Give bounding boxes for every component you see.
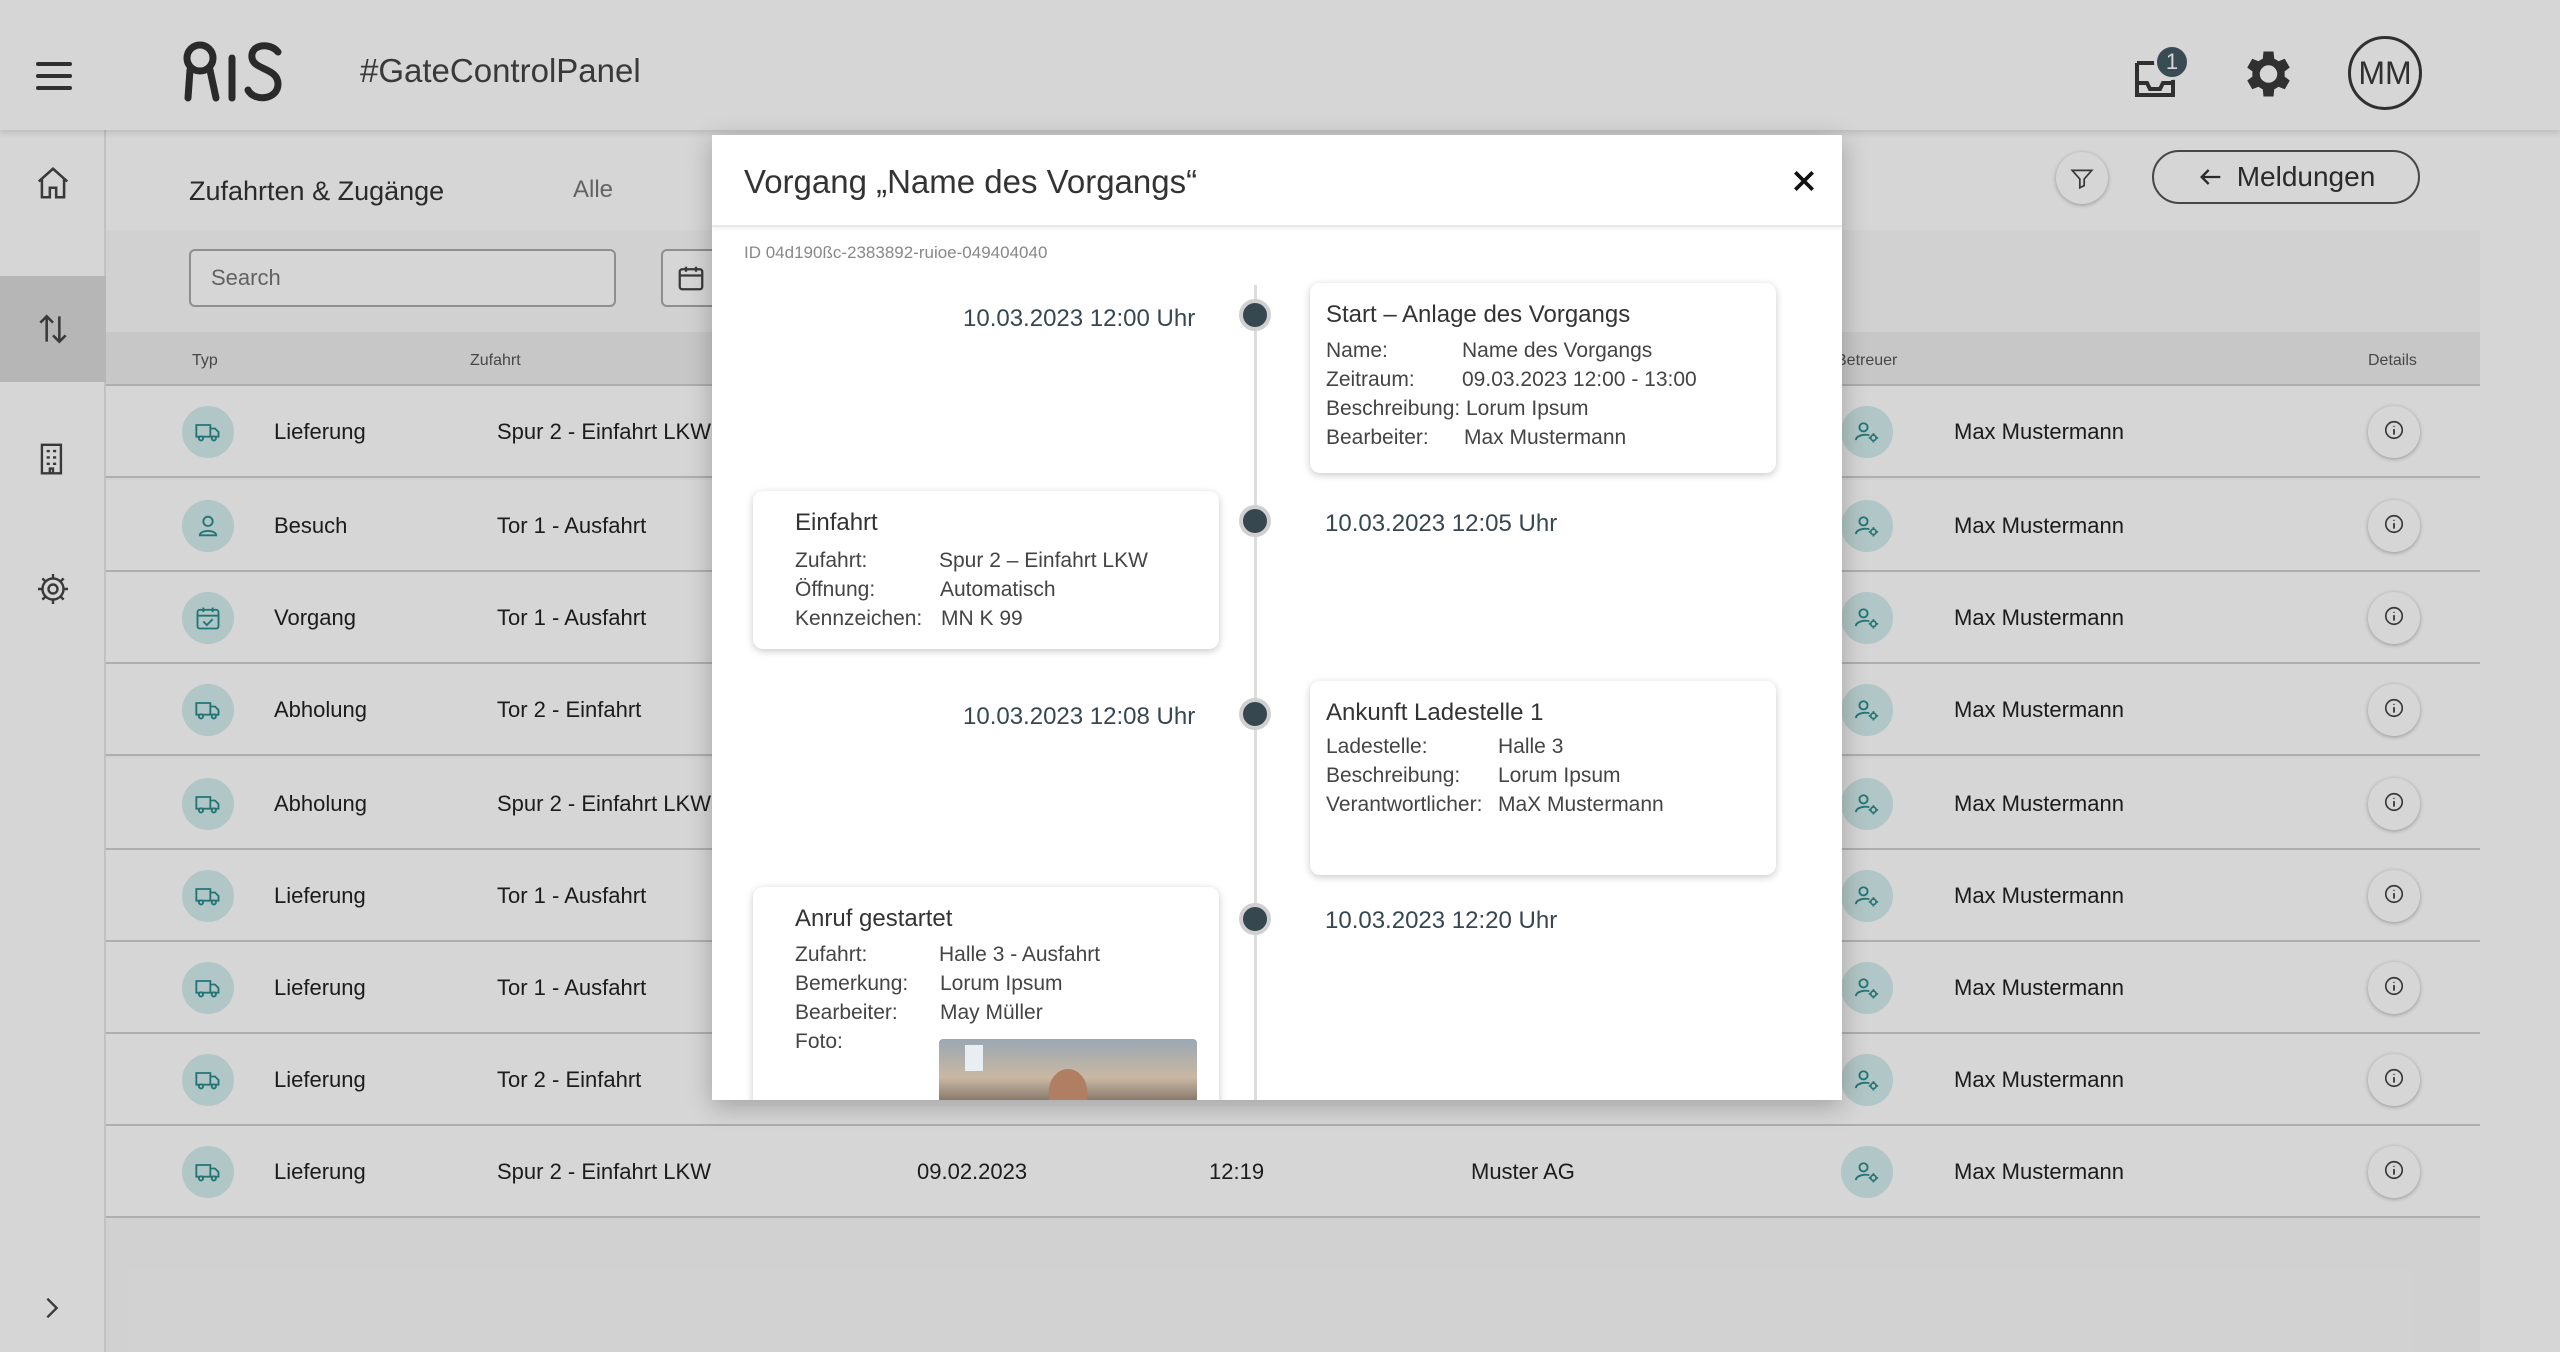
field-label: Foto: [795,1030,843,1053]
timeline-dot [1239,299,1271,331]
field-label: Ladestelle: [1326,735,1428,758]
field-label: Bemerkung: [795,972,909,995]
field-value: Spur 2 – Einfahrt LKW [939,549,1148,572]
field-label: Kennzeichen: [795,607,923,630]
timeline-card-anruf: Anruf gestartet Zufahrt: Halle 3 - Ausfa… [753,887,1219,1100]
timeline-card-title: Start – Anlage des Vorgangs [1326,301,1631,328]
field-value: May Müller [940,1001,1043,1024]
modal-title: Vorgang „Name des Vorgangs“ [744,163,1198,200]
timeline-time: 10.03.2023 12:20 Uhr [1325,907,1558,934]
field-value: Lorum Ipsum [1466,397,1589,420]
timeline-card-title: Anruf gestartet [795,905,953,932]
field-value: MN K 99 [941,607,1023,630]
field-value: Max Mustermann [1464,426,1627,449]
field-label: Beschreibung: [1326,764,1461,787]
field-label: Verantwortlicher: [1326,793,1483,816]
field-label: Bearbeiter: [1326,426,1429,449]
timeline-card-title: Ankunft Ladestelle 1 [1326,699,1544,726]
field-label: Zeitraum: [1326,368,1415,391]
field-value: Halle 3 [1498,735,1564,758]
field-value: Lorum Ipsum [940,972,1063,995]
timeline-line [1254,285,1257,1100]
timeline-dot [1239,698,1271,730]
photo-thumbnail[interactable] [939,1039,1197,1100]
timeline-time: 10.03.2023 12:00 Uhr [963,305,1196,332]
field-label: Öffnung: [795,578,876,601]
timeline-card-ladestelle: Ankunft Ladestelle 1 Ladestelle: Halle 3… [1310,681,1776,875]
close-button[interactable] [1784,161,1824,201]
modal-header: Vorgang „Name des Vorgangs“ [712,135,1842,227]
field-label: Zufahrt: [795,549,868,572]
process-detail-modal: Vorgang „Name des Vorgangs“ ID 04d190ßc-… [712,135,1842,1100]
field-label: Bearbeiter: [795,1001,898,1024]
field-label: Name: [1326,339,1388,362]
field-value: Name des Vorgangs [1462,339,1653,362]
timeline-card-einfahrt: Einfahrt Zufahrt: Spur 2 – Einfahrt LKW … [753,491,1219,649]
field-value: Automatisch [940,578,1056,601]
timeline-time: 10.03.2023 12:05 Uhr [1325,510,1558,537]
timeline-card-start: Start – Anlage des Vorgangs Name: Name d… [1310,283,1776,473]
field-value: Halle 3 - Ausfahrt [939,943,1101,966]
close-icon [1794,171,1814,191]
field-label: Beschreibung: [1326,397,1461,420]
field-value: 09.03.2023 12:00 - 13:00 [1462,368,1697,391]
timeline-dot [1239,505,1271,537]
timeline-time: 10.03.2023 12:08 Uhr [963,703,1196,730]
field-value: Lorum Ipsum [1498,764,1621,787]
timeline-card-title: Einfahrt [795,509,878,536]
field-label: Zufahrt: [795,943,868,966]
timeline-dot [1239,903,1271,935]
field-value: MaX Mustermann [1498,793,1664,816]
process-id: ID 04d190ßc-2383892-ruioe-049404040 [744,243,1048,262]
